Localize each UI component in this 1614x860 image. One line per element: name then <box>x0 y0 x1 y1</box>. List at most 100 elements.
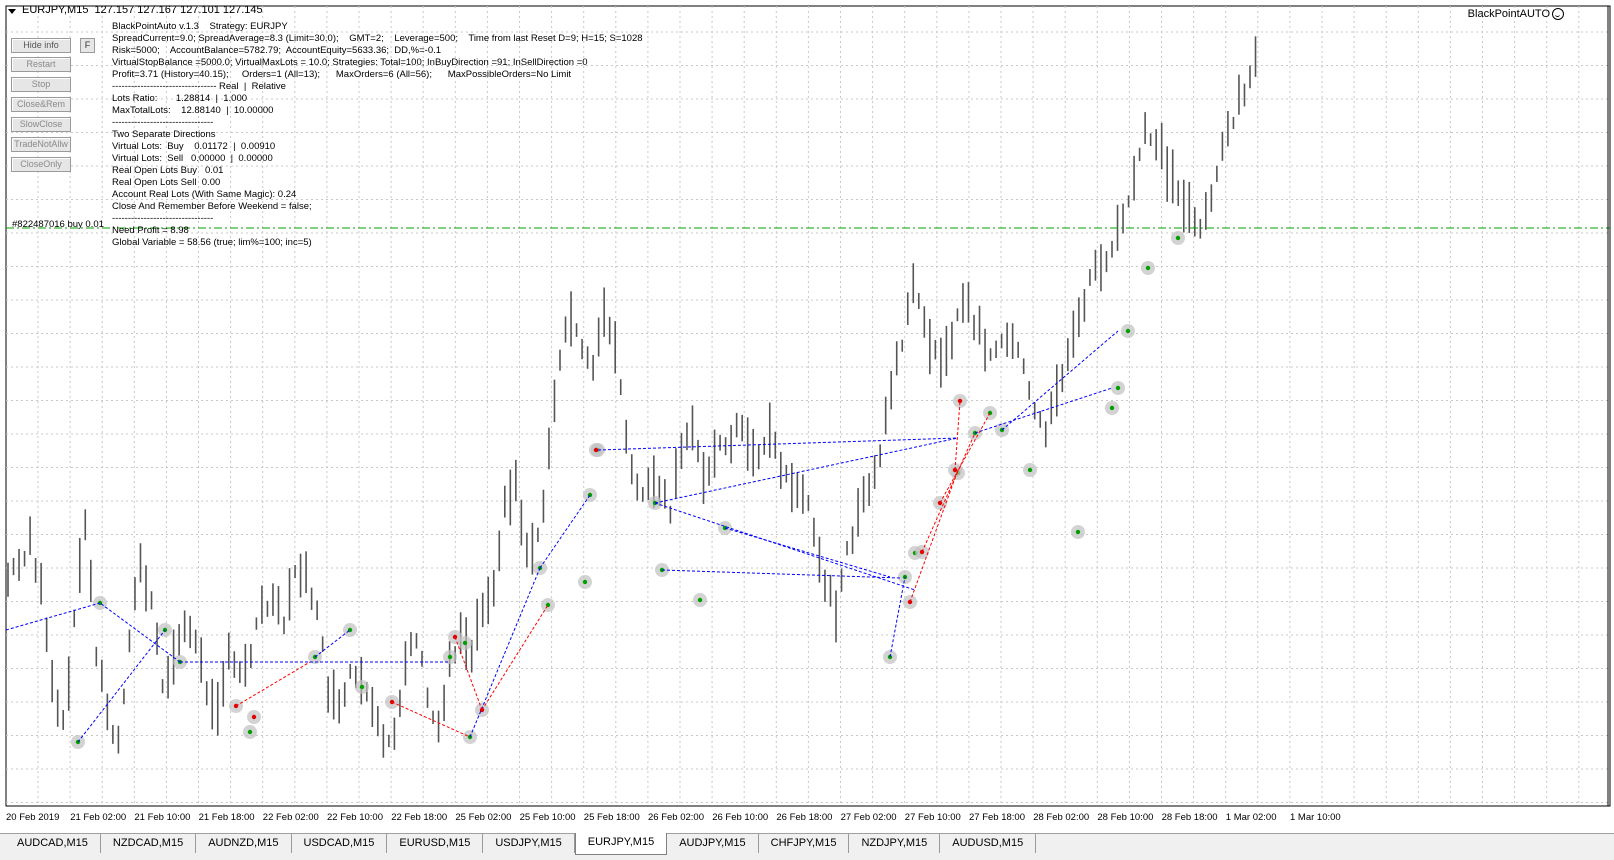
chart-tabs: AUDCAD,M15 NZDCAD,M15 AUDNZD,M15 USDCAD,M15… <box>0 833 1614 860</box>
buy-trade-line <box>889 576 906 658</box>
trade-not-allowed-button[interactable]: TradeNotAllw <box>11 137 71 152</box>
tab-audjpy-m15[interactable]: AUDJPY,M15 <box>667 834 759 853</box>
x-tick-label: 22 Feb 02:00 <box>262 812 319 823</box>
info-line: MaxTotalLots: 12.88140 | 10.00000 <box>112 105 274 116</box>
buy-trade-line <box>661 569 901 579</box>
x-tick-label: 26 Feb 02:00 <box>648 812 704 823</box>
chart-header: EURJPY,M15 127.157 127.167 127.101 127.1… <box>8 4 263 16</box>
info-line: VirtualStopBalance =5000.0; VirtualMaxLo… <box>112 57 588 68</box>
x-tick-label: 26 Feb 18:00 <box>776 812 833 823</box>
tab-usdcad-m15[interactable]: USDCAD,M15 <box>292 834 388 853</box>
tab-usdjpy-m15[interactable]: USDJPY,M15 <box>483 834 575 853</box>
tab-audusd-m15[interactable]: AUDUSD,M15 <box>940 834 1037 853</box>
tab-audnzd-m15[interactable]: AUDNZD,M15 <box>196 834 292 853</box>
info-panel: BlackPointAuto v.1.3 Strategy: EURJPY Spr… <box>112 21 643 249</box>
x-tick-label: 22 Feb 10:00 <box>327 812 383 823</box>
buy-marker <box>1075 529 1081 535</box>
buy-trade-line <box>5 602 101 631</box>
close-remember-button[interactable]: Close&Rem <box>11 97 71 112</box>
buy-trade-line <box>724 527 891 578</box>
buy-marker <box>582 579 588 585</box>
x-tick-label: 1 Mar 10:00 <box>1290 812 1341 823</box>
buy-trade-line <box>539 494 591 569</box>
tab-eurusd-m15[interactable]: EURUSD,M15 <box>387 834 484 853</box>
info-line: -------------------------------- <box>112 117 214 128</box>
stop-button[interactable]: Stop <box>11 77 71 92</box>
order-label: #822487016 buy 0.01 <box>12 219 104 230</box>
sell-trade-line <box>391 701 471 738</box>
info-line: SpreadCurrent=9.0; SpreadAverage=8.3 (Li… <box>112 33 643 44</box>
info-line: -------------------------------- <box>112 213 214 224</box>
slow-close-button[interactable]: SlowClose <box>11 117 71 132</box>
buy-marker <box>359 684 365 690</box>
chart-ohlc: 127.157 127.167 127.101 127.145 <box>94 4 263 16</box>
tab-audcad-m15[interactable]: AUDCAD,M15 <box>5 834 101 853</box>
hide-info-button[interactable]: Hide info <box>11 38 71 53</box>
sell-trade-line <box>939 412 991 504</box>
buy-marker <box>1109 405 1115 411</box>
restart-button[interactable]: Restart <box>11 57 71 72</box>
x-tick-label: 27 Feb 18:00 <box>969 812 1025 823</box>
x-tick-label: 25 Feb 18:00 <box>583 812 640 823</box>
info-line: Global Variable = 58.56 (true; lim%=100;… <box>112 237 312 248</box>
x-tick-label: 1 Mar 02:00 <box>1225 812 1277 823</box>
buy-marker <box>1125 328 1131 334</box>
expert-advisor-label: BlackPointAUTO <box>1468 8 1564 20</box>
x-tick-label: 28 Feb 10:00 <box>1097 812 1154 823</box>
info-line: Two Separate Directions <box>112 129 216 140</box>
buy-marker <box>447 654 453 660</box>
buy-trade-line <box>654 437 959 504</box>
chart-area[interactable]: EURJPY,M15 127.157 127.167 127.101 127.1… <box>0 0 1614 835</box>
x-axis-labels: 20 Feb 2019 21 Feb 02:00 21 Feb 10:00 21 Fe… <box>0 812 1614 826</box>
buy-trade-line <box>1001 330 1119 431</box>
info-line: Close And Remember Before Weekend = fals… <box>112 201 312 212</box>
info-line: Profit=3.71 (History=40.15); Orders=1 (A… <box>112 69 572 80</box>
tab-nzdjpy-m15[interactable]: NZDJPY,M15 <box>849 834 941 853</box>
tab-nzdcad-m15[interactable]: NZDCAD,M15 <box>101 834 197 853</box>
expert-name: BlackPointAUTO <box>1467 8 1550 20</box>
info-line: Virtual Lots: Sell 0.00000 | 0.00000 <box>112 153 273 164</box>
buy-marker <box>1145 265 1151 271</box>
sell-trade-line <box>954 400 961 471</box>
chart-symbol: EURJPY,M15 <box>22 4 89 16</box>
buy-marker <box>1175 235 1181 241</box>
info-line: --------------------------------- Real |… <box>112 81 286 92</box>
info-line: Account Real Lots (With Same Magic): 0.2… <box>112 189 297 200</box>
x-tick-label: 20 Feb 2019 <box>6 812 60 823</box>
x-tick-label: 21 Feb 10:00 <box>134 812 191 823</box>
buy-trade-line <box>654 502 916 591</box>
buy-marker <box>1027 467 1033 473</box>
buy-marker <box>1115 385 1121 391</box>
buy-trade-line <box>314 629 351 658</box>
buy-marker <box>247 729 253 735</box>
x-tick-label: 25 Feb 10:00 <box>519 812 576 823</box>
close-only-button[interactable]: CloseOnly <box>11 157 71 172</box>
buy-trade-line <box>597 437 959 451</box>
x-tick-label: 21 Feb 18:00 <box>198 812 255 823</box>
collapse-triangle-icon[interactable] <box>8 8 16 14</box>
info-line: Real Open Lots Sell 0.00 <box>112 177 221 188</box>
info-line: Risk=5000; AccountBalance=5782.79; Accou… <box>112 45 442 56</box>
sell-trade-line <box>909 469 959 603</box>
sell-marker <box>593 447 599 453</box>
f-button[interactable]: F <box>80 38 95 53</box>
x-tick-label: 26 Feb 10:00 <box>712 812 769 823</box>
info-line: Lots Ratio: 1.28814 | 1.000 <box>112 93 248 104</box>
x-tick-label: 21 Feb 02:00 <box>70 812 127 823</box>
info-line: Need Profit = 8.98 <box>112 225 189 236</box>
x-tick-label: 28 Feb 18:00 <box>1161 812 1218 823</box>
x-tick-label: 27 Feb 10:00 <box>904 812 961 823</box>
info-line: Real Open Lots Buy 0.01 <box>112 165 224 176</box>
smiley-icon <box>1552 8 1564 20</box>
buy-marker <box>697 597 703 603</box>
tab-eurjpy-m15[interactable]: EURJPY,M15 <box>574 833 668 855</box>
info-line: BlackPointAuto v.1.3 Strategy: EURJPY <box>112 21 288 32</box>
buy-trade-line <box>469 567 541 738</box>
tab-chfjpy-m15[interactable]: CHFJPY,M15 <box>759 834 850 853</box>
info-line: Virtual Lots: Buy 0.01172 | 0.00910 <box>112 141 276 152</box>
x-tick-label: 22 Feb 18:00 <box>391 812 448 823</box>
sell-trade-line <box>481 604 549 711</box>
buy-trade-line <box>77 629 166 743</box>
x-tick-label: 27 Feb 02:00 <box>840 812 897 823</box>
x-tick-label: 28 Feb 02:00 <box>1033 812 1090 823</box>
